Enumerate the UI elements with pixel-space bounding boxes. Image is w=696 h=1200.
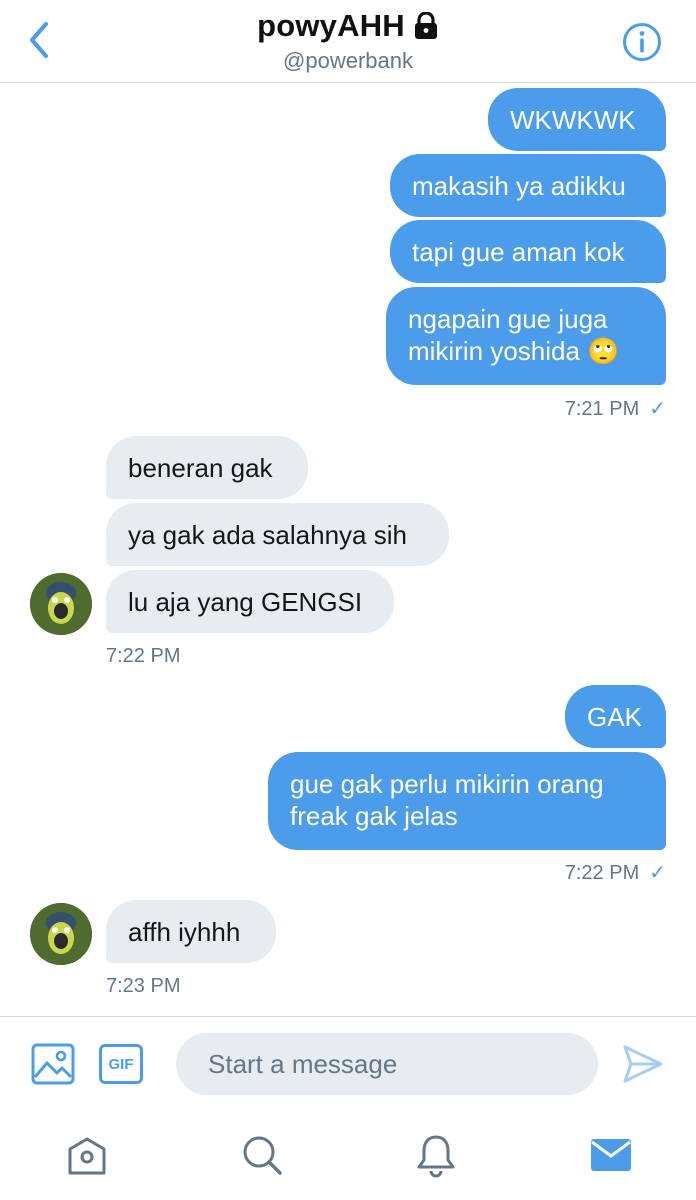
message-bubble-incoming[interactable]: lu aja yang GENGSI [106, 570, 394, 633]
avatar[interactable] [30, 903, 92, 965]
home-icon [68, 1137, 106, 1175]
message-text: WKWKWK [510, 105, 636, 135]
avatar-image [30, 903, 92, 965]
message-timestamp: 7:23 PM [106, 975, 181, 997]
mail-icon [591, 1139, 631, 1171]
message-text-line: ngapain gue juga [408, 304, 608, 334]
gif-label: GIF [108, 1055, 134, 1073]
conversation-title-block[interactable]: powyAHH @powerbank [0, 8, 696, 74]
message-bubble-incoming[interactable]: beneran gak [106, 436, 308, 499]
send-button[interactable] [620, 1041, 666, 1087]
message-composer: GIF [0, 1016, 696, 1111]
conversation-header: powyAHH @powerbank [0, 0, 696, 83]
message-text-line: mikirin yoshida 🙄 [408, 336, 620, 366]
message-bubble-outgoing[interactable]: makasih ya adikku [390, 154, 666, 217]
message-text-line: freak gak jelas [290, 801, 458, 831]
message-bubble-incoming[interactable]: affh iyhhh [106, 900, 276, 963]
search-icon [243, 1136, 282, 1175]
avatar-image [30, 573, 92, 635]
message-text: lu aja yang GENGSI [128, 587, 363, 617]
message-timestamp: 7:22 PM [106, 645, 181, 667]
send-icon [623, 1045, 663, 1083]
message-input[interactable] [206, 1047, 598, 1081]
user-handle: @powerbank [283, 48, 413, 73]
timestamp-text: 7:22 PM [564, 862, 640, 884]
message-text: makasih ya adikku [412, 171, 626, 201]
tab-messages[interactable] [584, 1128, 638, 1182]
gif-icon: GIF [99, 1044, 143, 1084]
message-bubble-incoming[interactable]: ya gak ada salahnya sih [106, 503, 449, 566]
read-check-icon: ✓ [649, 398, 666, 420]
message-bubble-outgoing[interactable]: ngapain gue juga mikirin yoshida 🙄 [386, 287, 666, 385]
bottom-tab-bar [0, 1110, 696, 1200]
message-text: GAK [587, 702, 642, 732]
bell-icon [417, 1135, 455, 1178]
message-timestamp: 7:22 PM ✓ [565, 860, 666, 885]
message-text: beneran gak [128, 453, 273, 483]
message-list[interactable]: WKWKWK makasih ya adikku tapi gue aman k… [0, 83, 696, 1015]
tab-home[interactable] [60, 1128, 114, 1182]
avatar[interactable] [30, 573, 92, 635]
display-name: powyAHH [257, 8, 405, 43]
message-text: ya gak ada salahnya sih [128, 520, 407, 550]
message-bubble-outgoing[interactable]: tapi gue aman kok [390, 220, 666, 283]
tab-search[interactable] [235, 1128, 289, 1182]
info-icon [623, 23, 661, 61]
lock-icon [414, 12, 437, 39]
message-timestamp: 7:21 PM ✓ [565, 396, 666, 421]
conversation-title: powyAHH [257, 8, 439, 44]
message-bubble-outgoing[interactable]: WKWKWK [488, 88, 666, 151]
message-bubble-outgoing[interactable]: GAK [565, 685, 666, 748]
tab-notifications[interactable] [409, 1128, 463, 1182]
timestamp-text: 7:21 PM [564, 398, 640, 420]
message-input-container[interactable] [176, 1033, 598, 1095]
message-bubble-outgoing[interactable]: gue gak perlu mikirin orang freak gak je… [268, 752, 666, 850]
info-button[interactable] [622, 22, 662, 62]
read-check-icon: ✓ [649, 862, 666, 884]
message-text: tapi gue aman kok [412, 237, 625, 267]
message-text-line: gue gak perlu mikirin orang [290, 769, 604, 799]
gif-button[interactable]: GIF [98, 1041, 144, 1087]
add-image-button[interactable] [30, 1041, 76, 1087]
image-icon [31, 1043, 75, 1085]
message-text: affh iyhhh [128, 917, 241, 947]
